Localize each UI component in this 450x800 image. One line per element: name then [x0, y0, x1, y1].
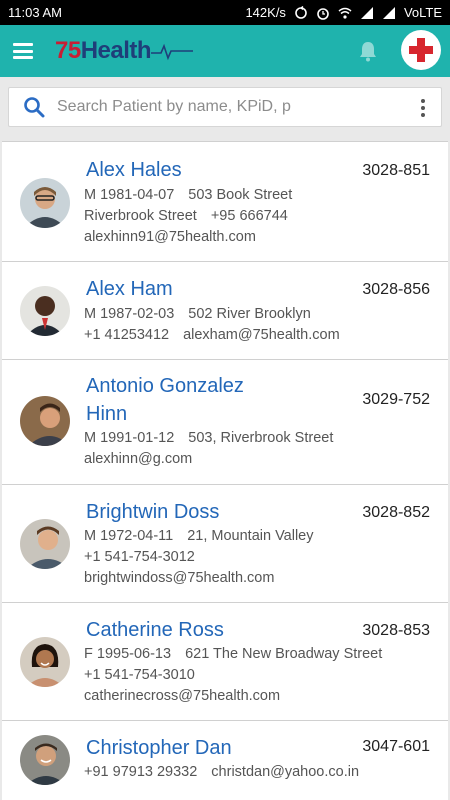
patient-name[interactable]: Antonio Gonzalez: [86, 372, 244, 400]
patient-id: 3028-856: [362, 281, 430, 298]
patient-info-line: Riverbrook Street +95 666744: [84, 208, 288, 224]
patient-email: alexhinn91@75health.com: [84, 229, 256, 245]
patient-id: 3029-752: [362, 391, 430, 408]
network-type: VoLTE: [403, 5, 442, 20]
alarm-icon: [317, 7, 329, 20]
patient-id: 3028-853: [362, 622, 430, 639]
search-icon[interactable]: [23, 96, 45, 118]
network-speed: 142K/s: [245, 5, 286, 20]
patient-list: Alex Hales 3028-851 M 1981-04-07 503 Book…: [2, 141, 448, 800]
patient-row[interactable]: Alex Hales 3028-851 M 1981-04-07 503 Book…: [2, 141, 448, 261]
patient-email: brightwindoss@75health.com: [84, 570, 275, 586]
signal-icon-2: [382, 6, 395, 19]
patient-name-continued[interactable]: Hinn: [86, 400, 127, 428]
logo-word: Health: [80, 37, 152, 64]
status-icons: 142K/s VoLTE: [245, 5, 442, 20]
patient-info-line: M 1972-04-11 21, Mountain Valley: [84, 528, 314, 544]
patient-info-line: +1 41253412 alexham@75health.com: [84, 327, 340, 343]
avatar: [20, 637, 70, 687]
patient-info-line: +91 97913 29332 christdan@yahoo.co.in: [84, 764, 360, 780]
patient-info-line: M 1991-01-12 503, Riverbrook Street: [84, 430, 334, 446]
avatar: [20, 735, 70, 785]
patient-row[interactable]: Brightwin Doss 3028-852 M 1972-04-11 21, …: [2, 484, 448, 602]
patient-email: alexhinn@g.com: [84, 451, 193, 467]
patient-name[interactable]: Alex Ham: [86, 275, 173, 303]
wifi-icon: [338, 7, 352, 19]
patient-phone: +1 541-754-3010: [84, 667, 195, 683]
patient-id: 3047-601: [362, 738, 430, 755]
bell-icon[interactable]: [356, 39, 380, 63]
patient-row[interactable]: Antonio Gonzalez Hinn 3029-752 M 1991-01…: [2, 359, 448, 484]
patient-row[interactable]: Catherine Ross 3028-853 F 1995-06-13 621 …: [2, 602, 448, 720]
patient-name[interactable]: Alex Hales: [86, 156, 182, 184]
avatar: [20, 519, 70, 569]
heartbeat-icon: [151, 43, 194, 61]
app-bar: 75Health: [0, 25, 450, 77]
status-bar: 11:03 AM 142K/s VoLTE: [0, 0, 450, 25]
sync-icon: [295, 5, 307, 19]
app-logo: 75Health: [55, 37, 194, 65]
logo-prefix: 75: [55, 37, 81, 64]
patient-info-line: M 1987-02-03 502 River Brooklyn: [84, 306, 311, 322]
avatar: [20, 396, 70, 446]
patient-info-line: F 1995-06-13 621 The New Broadway Street: [84, 646, 383, 662]
patient-id: 3028-852: [362, 504, 430, 521]
patient-row[interactable]: Alex Ham 3028-856 M 1987-02-03 502 River …: [2, 261, 448, 359]
patient-phone: +1 541-754-3012: [84, 549, 195, 565]
patient-name[interactable]: Christopher Dan: [86, 734, 232, 762]
red-cross-icon[interactable]: [401, 30, 441, 70]
patient-info-line: M 1981-04-07 503 Book Street: [84, 187, 293, 203]
clock: 11:03 AM: [8, 5, 62, 20]
signal-icon: [360, 6, 373, 19]
search-input[interactable]: [57, 98, 387, 116]
patient-name[interactable]: Catherine Ross: [86, 616, 224, 644]
more-options-icon[interactable]: [421, 99, 425, 117]
avatar: [20, 178, 70, 228]
hamburger-icon[interactable]: [13, 43, 33, 59]
patient-id: 3028-851: [362, 162, 430, 179]
patient-name[interactable]: Brightwin Doss: [86, 498, 219, 526]
patient-row[interactable]: Christopher Dan 3047-601 +91 97913 29332…: [2, 720, 448, 800]
avatar: [20, 286, 70, 336]
search-bar: [8, 87, 442, 127]
patient-email: catherinecross@75health.com: [84, 688, 281, 704]
